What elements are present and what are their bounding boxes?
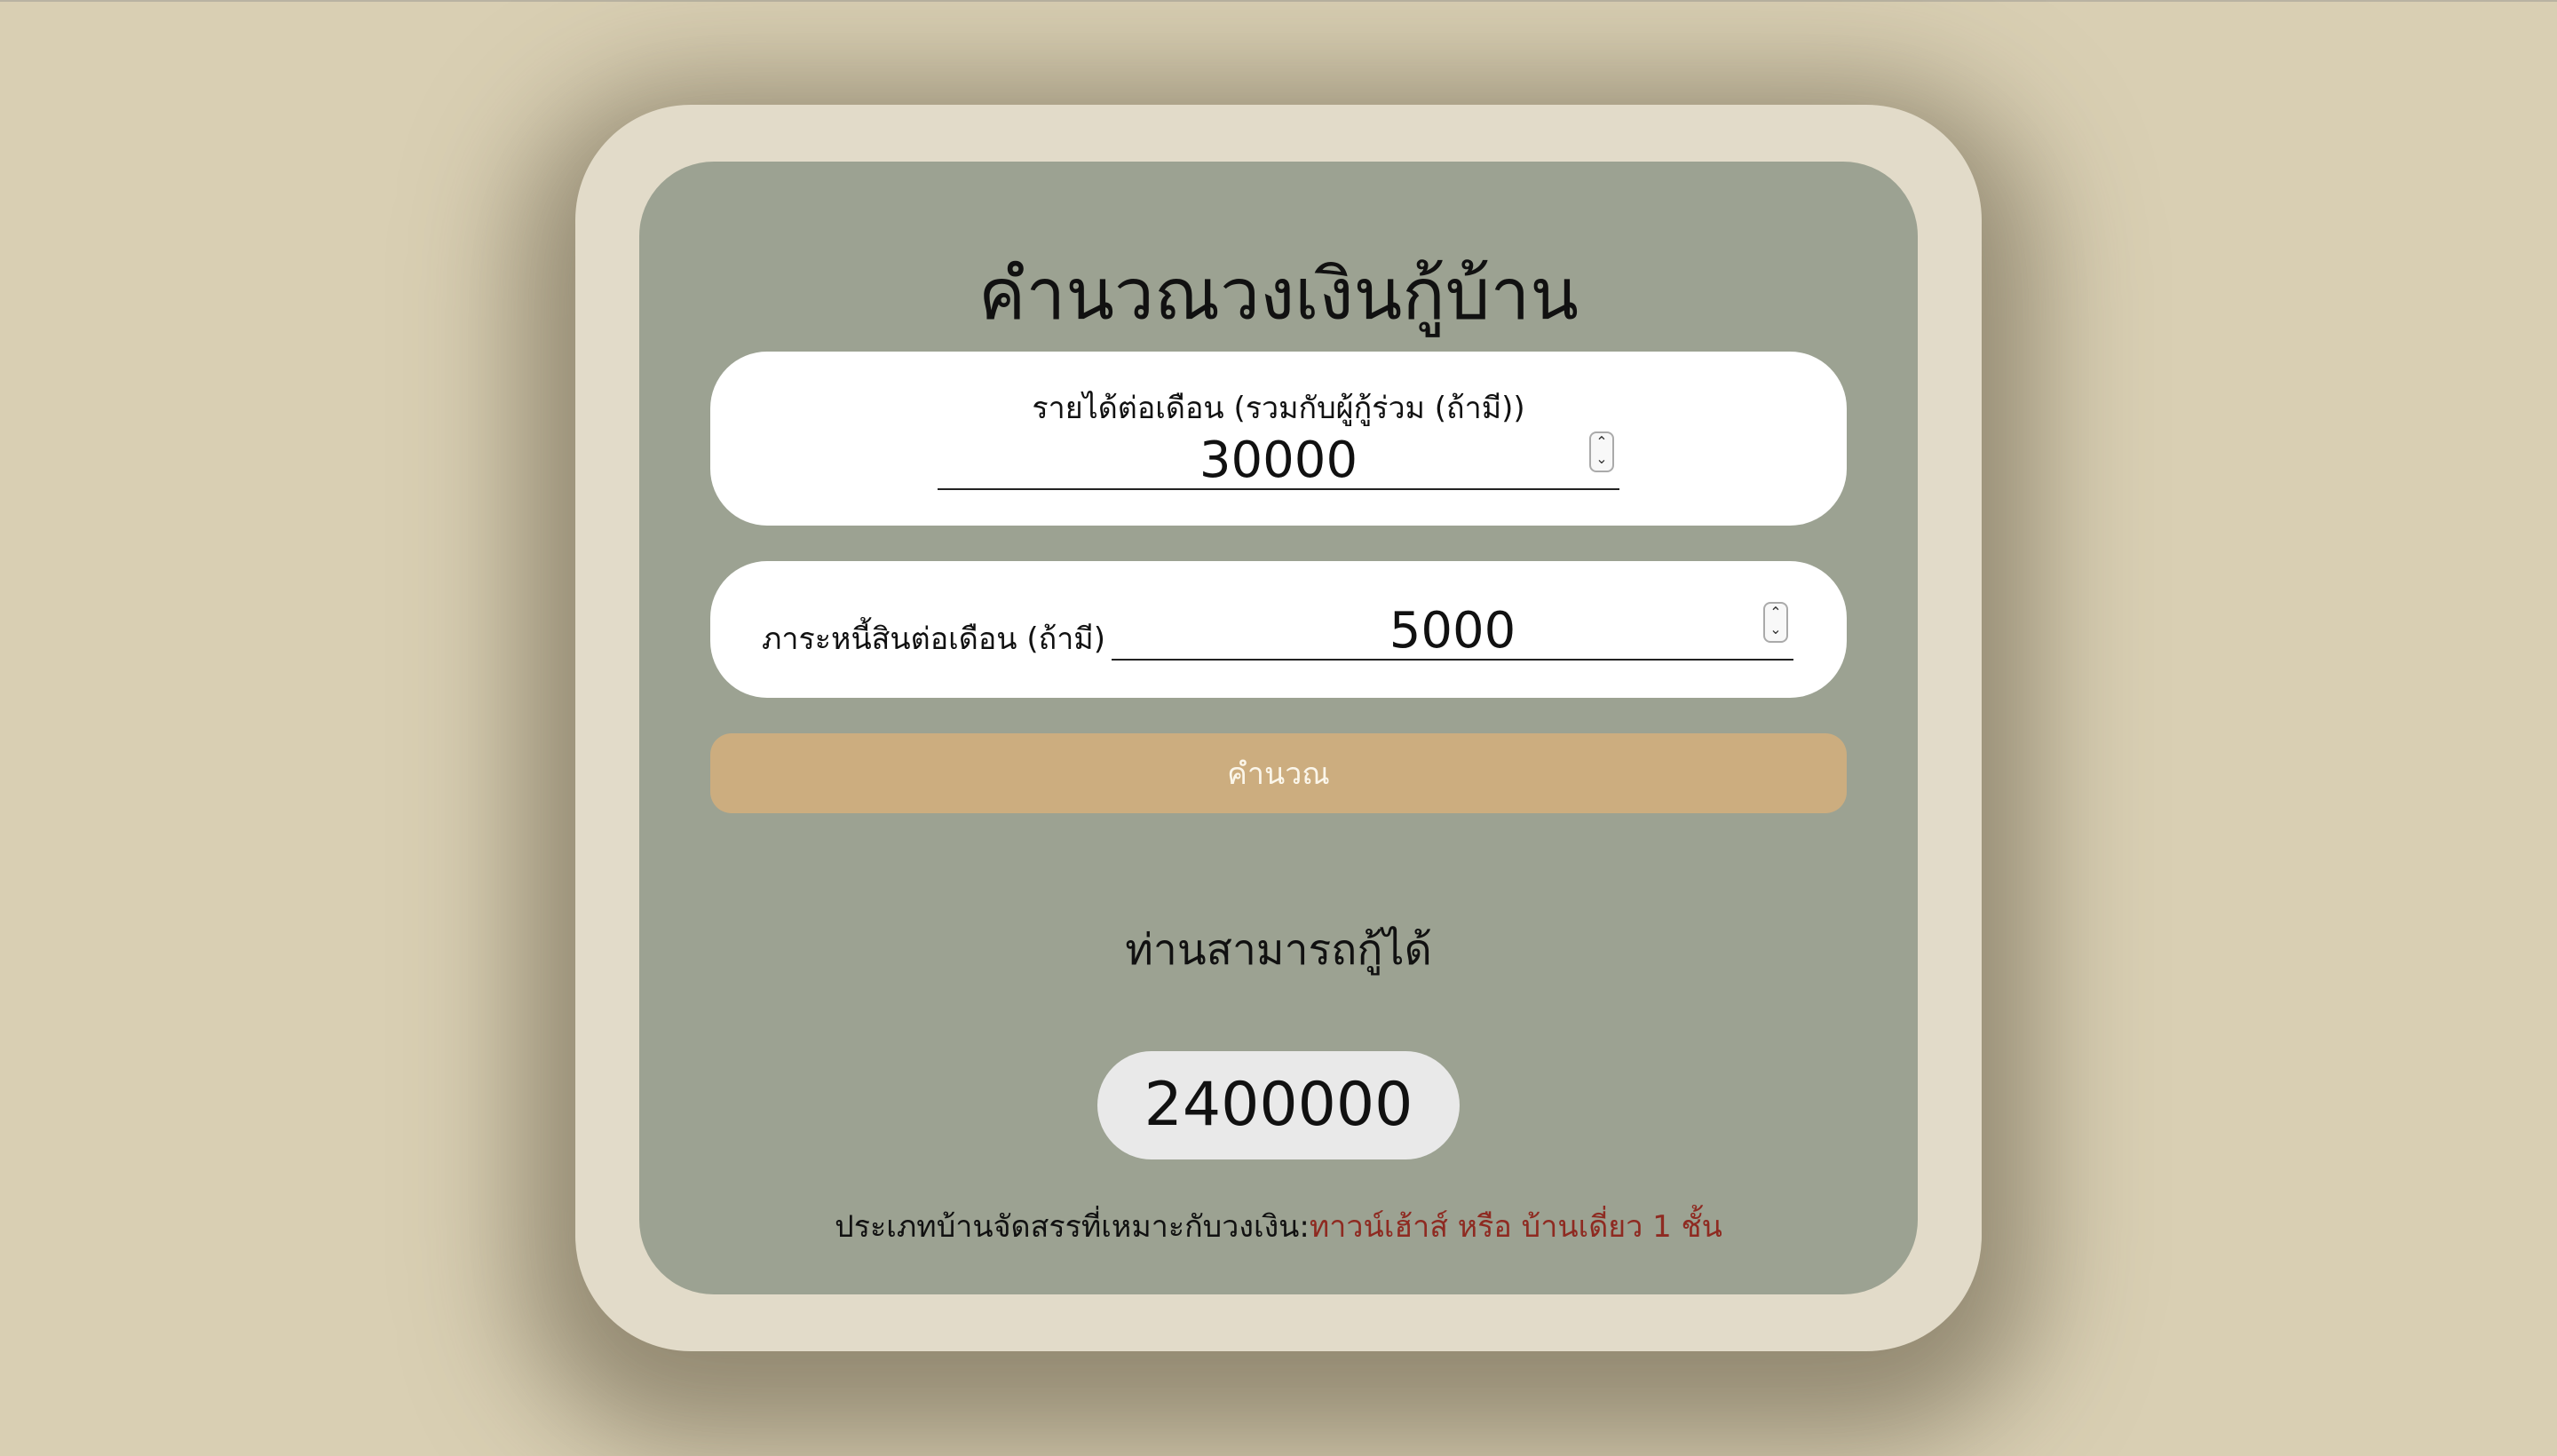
debt-input-wrap: ⌃⌄: [1112, 602, 1793, 661]
income-input-wrap: ⌃⌄: [938, 431, 1619, 490]
income-input[interactable]: [938, 431, 1619, 488]
debt-input[interactable]: [1112, 602, 1793, 659]
calculate-button[interactable]: คำนวณ: [710, 733, 1847, 813]
debt-field-box: ภาระหนี้สินต่อเดือน (ถ้ามี) ⌃⌄: [710, 561, 1847, 698]
outer-card: คำนวณวงเงินกู้บ้าน รายได้ต่อเดือน (รวมกั…: [575, 105, 1982, 1351]
income-stepper-icon[interactable]: ⌃ ⌄: [1589, 431, 1614, 472]
loan-amount-result: 2400000: [1097, 1051, 1460, 1159]
income-label: รายได้ต่อเดือน (รวมกับผู้กู้ร่วม (ถ้ามี)…: [1032, 391, 1525, 426]
debt-label: ภาระหนี้สินต่อเดือน (ถ้ามี): [762, 621, 1105, 657]
house-type-value: ทาวน์เฮ้าส์ หรือ บ้านเดี่ยว 1 ชั้น: [1309, 1209, 1722, 1245]
result-heading: ท่านสามารถกู้ได้: [1125, 925, 1432, 975]
top-border: [0, 0, 2557, 2]
house-type-label: ประเภทบ้านจัดสรรที่เหมาะกับวงเงิน:: [835, 1209, 1310, 1245]
page-title: คำนวณวงเงินกู้บ้าน: [978, 253, 1579, 336]
calculator-panel: คำนวณวงเงินกู้บ้าน รายได้ต่อเดือน (รวมกั…: [639, 162, 1918, 1294]
income-field-box: รายได้ต่อเดือน (รวมกับผู้กู้ร่วม (ถ้ามี)…: [710, 352, 1847, 526]
house-type-line: ประเภทบ้านจัดสรรที่เหมาะกับวงเงิน:ทาวน์เ…: [639, 1202, 1918, 1250]
debt-stepper-icon[interactable]: ⌃ ⌄: [1763, 602, 1788, 643]
